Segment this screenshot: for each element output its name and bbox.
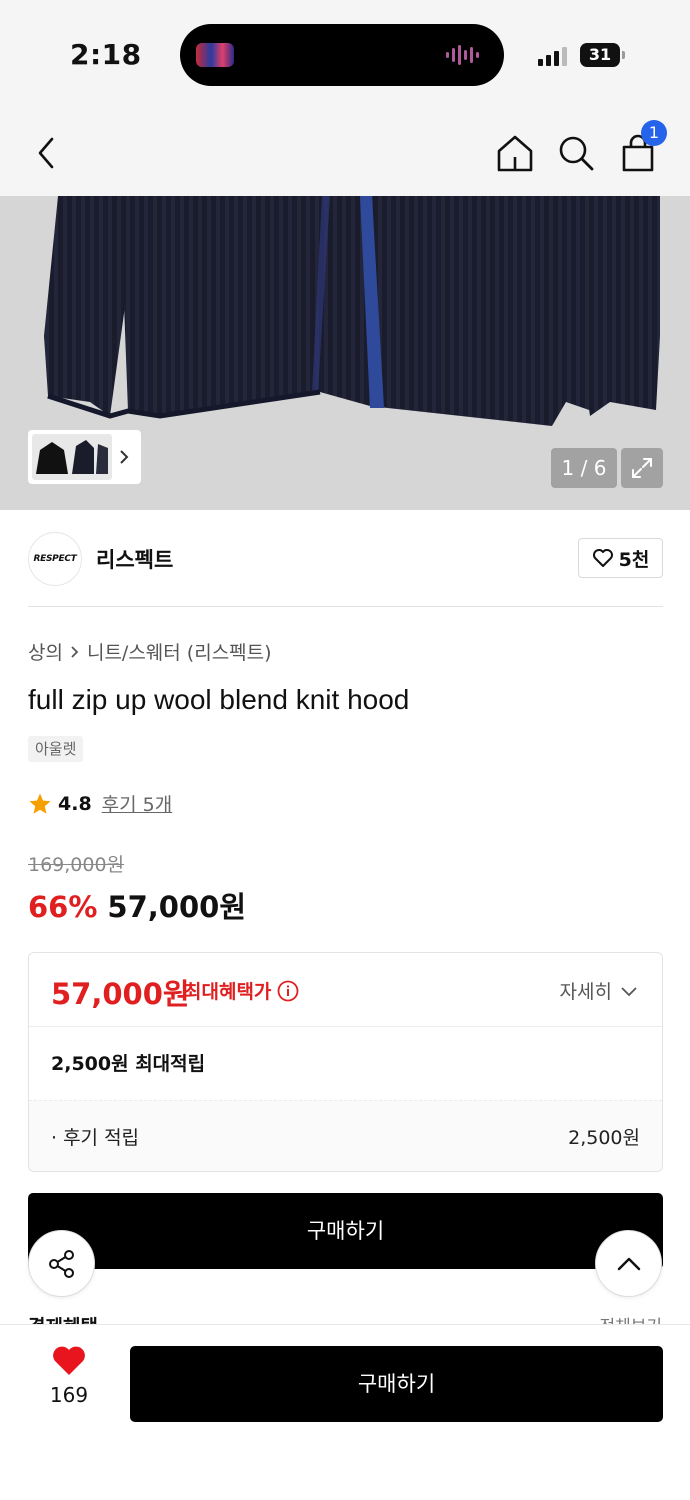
star-icon — [29, 793, 51, 814]
rating-row: 4.8 후기 5개 — [28, 790, 172, 817]
top-navigation: 1 — [0, 110, 690, 196]
detail-toggle-label: 자세히 — [559, 981, 612, 1003]
sale-price: 57,000원 — [107, 890, 247, 924]
back-icon — [38, 137, 54, 169]
outlet-badge: 아울렛 — [28, 736, 84, 762]
breadcrumb-subcategory[interactable]: 니트/스웨터 (리스펙트) — [87, 638, 272, 665]
wishlist-count: 169 — [49, 1383, 89, 1407]
cart-count-badge: 1 — [641, 120, 667, 146]
share-icon — [48, 1249, 74, 1278]
search-icon — [559, 136, 594, 171]
max-benefit-price: 57,000원 — [51, 977, 190, 1011]
chevron-down-icon — [621, 986, 637, 996]
detail-toggle[interactable]: 자세히 — [560, 977, 638, 1004]
bottom-action-bar: 169 구매하기 — [0, 1324, 690, 1500]
home-icon — [497, 135, 533, 172]
thumbnail-strip[interactable] — [28, 430, 141, 484]
product-title: full zip up wool blend knit hood — [28, 684, 410, 715]
chevron-right-icon — [71, 645, 79, 658]
points-total: 2,500원 최대적립 — [51, 1053, 206, 1075]
benefit-box: 57,000원 최대혜택가 자세히 2,500원 최대적립 · 후기 적립 2,… — [28, 952, 663, 1172]
product-image-gallery[interactable]: 1 / 6 — [0, 196, 690, 510]
brand-like-button[interactable]: 5천 — [578, 538, 663, 578]
home-button[interactable] — [490, 128, 540, 178]
original-price: 169,000원 — [28, 854, 125, 876]
brand-logo[interactable]: RESPECT — [28, 532, 82, 586]
max-benefit-row: 57,000원 최대혜택가 자세히 — [29, 953, 662, 1027]
audio-wave-icon — [446, 43, 490, 67]
now-playing-thumbnail — [196, 43, 234, 67]
max-benefit-label: 최대혜택가 — [184, 981, 272, 1003]
review-points-label: · 후기 적립 — [51, 1127, 140, 1149]
discount-rate: 66% — [28, 890, 98, 924]
cart-button[interactable]: 1 — [613, 120, 667, 178]
review-points-value: 2,500원 — [568, 1127, 640, 1149]
status-bar: 2:18 31 — [0, 0, 690, 110]
bottom-buy-button[interactable]: 구매하기 — [130, 1346, 663, 1422]
heart-filled-icon — [53, 1346, 85, 1375]
review-link[interactable]: 후기 5개 — [102, 790, 173, 817]
scroll-top-button[interactable] — [595, 1230, 662, 1297]
divider — [28, 606, 663, 607]
battery-icon: 31 — [580, 43, 620, 67]
brand-name[interactable]: 리스펙트 — [96, 544, 173, 574]
chevron-up-icon — [617, 1257, 640, 1270]
breadcrumb: 상의 니트/스웨터 (리스펙트) — [28, 638, 272, 665]
signal-icon — [538, 46, 567, 66]
buy-button[interactable]: 구매하기 — [28, 1193, 663, 1269]
max-benefit-label-wrap: 최대혜택가 — [184, 977, 299, 1004]
rating-score: 4.8 — [58, 792, 92, 815]
expand-button[interactable] — [621, 448, 663, 488]
heart-outline-icon — [592, 549, 613, 567]
thumbnail-image[interactable] — [32, 434, 112, 480]
breadcrumb-category[interactable]: 상의 — [28, 638, 63, 665]
image-page-indicator: 1 / 6 — [551, 448, 617, 488]
review-points-row: · 후기 적립 2,500원 — [29, 1100, 662, 1171]
brand-like-count: 5천 — [618, 548, 650, 571]
search-button[interactable] — [551, 128, 601, 178]
info-icon[interactable] — [277, 980, 299, 1002]
back-button[interactable] — [22, 128, 72, 178]
chevron-right-icon — [120, 450, 129, 464]
expand-icon — [632, 458, 652, 478]
status-time: 2:18 — [70, 38, 142, 71]
dynamic-island[interactable] — [180, 24, 504, 86]
share-button[interactable] — [28, 1230, 95, 1297]
battery-tip — [622, 51, 625, 59]
wishlist-button[interactable]: 169 — [40, 1345, 98, 1407]
sale-price-row: 66% 57,000원 — [28, 884, 246, 926]
